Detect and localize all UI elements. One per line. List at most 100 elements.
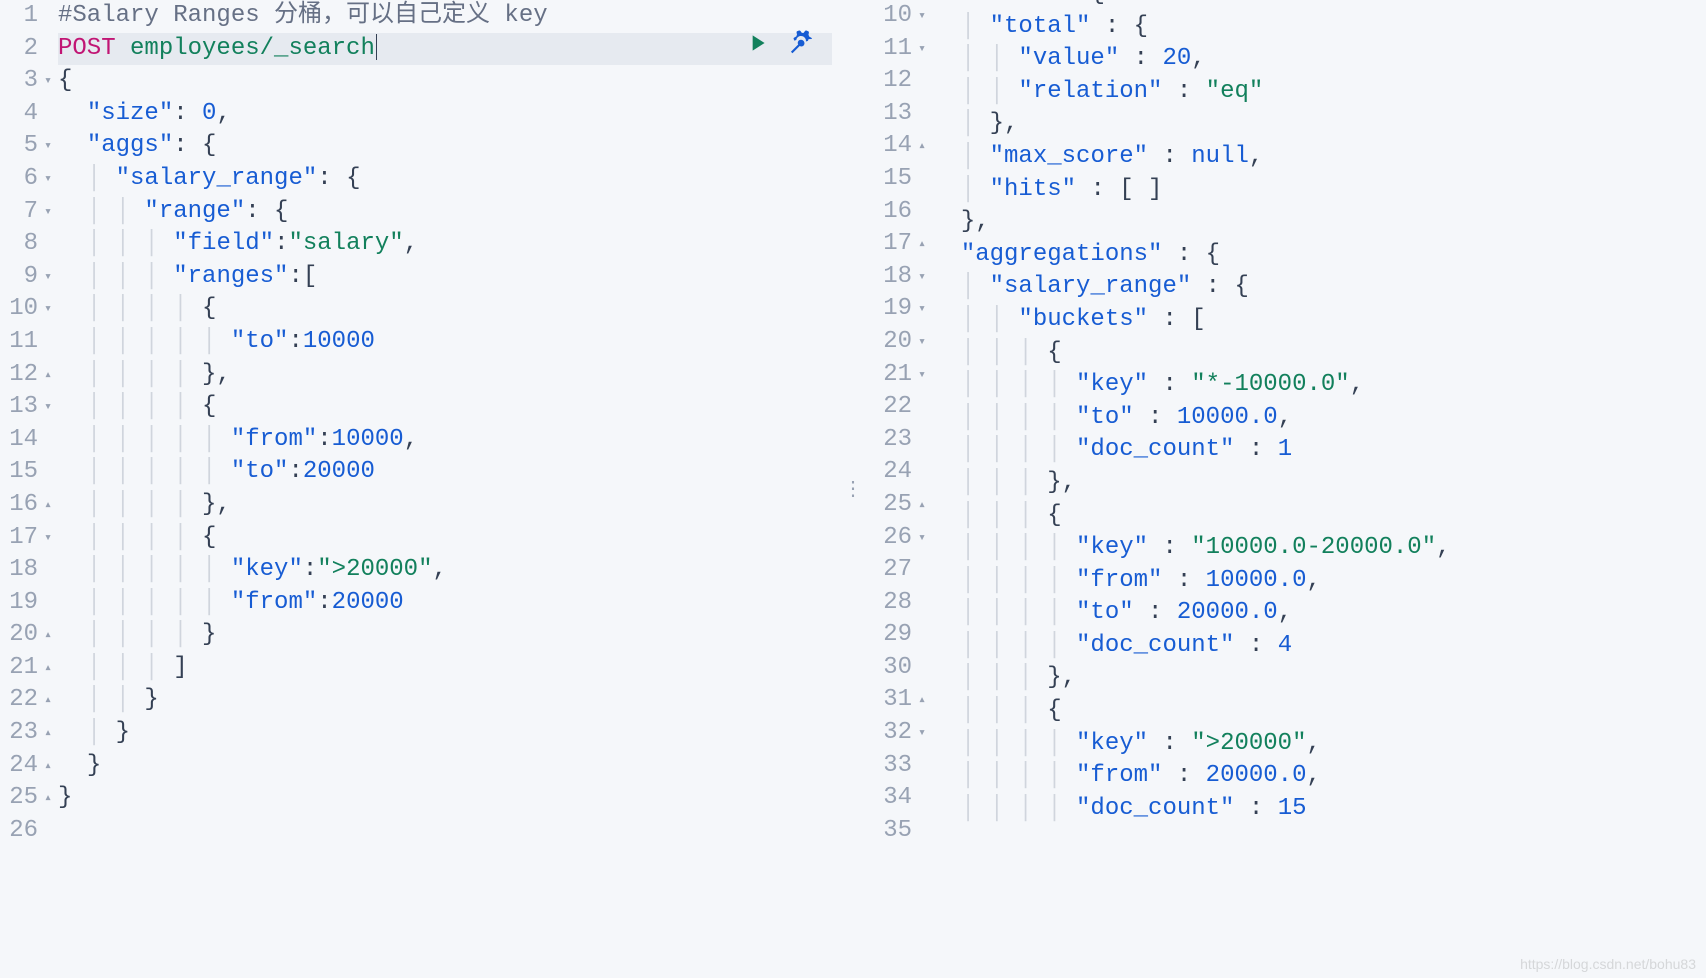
code-line[interactable]: │ │ │ │ "doc_count" : 1: [932, 434, 1706, 467]
fold-indicator[interactable]: ▾: [40, 293, 52, 326]
code-line[interactable]: │ │ "buckets" : [: [932, 304, 1706, 337]
fold-indicator[interactable]: ▾: [914, 522, 926, 555]
code-line[interactable]: │ │ │ │ │ "from":10000,: [58, 424, 832, 457]
request-editor-pane[interactable]: 123▾45▾6▾7▾89▾10▾1112▴13▾141516▴17▾18192…: [0, 0, 832, 978]
code-line[interactable]: │ │ │ │ "doc_count" : 15: [932, 793, 1706, 826]
fold-indicator[interactable]: ▾: [40, 130, 52, 163]
fold-indicator[interactable]: ▴: [914, 489, 926, 522]
fold-indicator[interactable]: ▾: [40, 196, 52, 229]
code-line[interactable]: │ │ │ │ {: [58, 391, 832, 424]
code-line[interactable]: "hits" : {: [932, 0, 1706, 11]
fold-indicator[interactable]: ▾: [914, 0, 926, 33]
code-line[interactable]: │ │ │ │ {: [58, 522, 832, 555]
fold-indicator[interactable]: ▴: [40, 652, 52, 685]
code-line[interactable]: }: [58, 750, 832, 783]
line-number: 14: [0, 424, 58, 457]
code-line[interactable]: │ │ }: [58, 684, 832, 717]
fold-indicator[interactable]: ▾: [40, 391, 52, 424]
code-line[interactable]: │ │ │ │ "key" : "10000.0-20000.0",: [932, 532, 1706, 565]
code-line[interactable]: │ │ │ │ "key" : ">20000",: [932, 728, 1706, 761]
code-line[interactable]: │ │ │ │ │ "to":10000: [58, 326, 832, 359]
fold-indicator[interactable]: ▴: [914, 130, 926, 163]
code-line[interactable]: │ "salary_range": {: [58, 163, 832, 196]
fold-indicator[interactable]: ▾: [40, 522, 52, 555]
code-line[interactable]: #Salary Ranges 分桶，可以自己定义 key: [58, 0, 832, 33]
code-line[interactable]: [58, 815, 832, 848]
pane-resize-handle[interactable]: ⋮: [832, 0, 874, 978]
code-line[interactable]: │ │ "value" : 20,: [932, 43, 1706, 76]
code-line[interactable]: │ │ │ │ "from" : 20000.0,: [932, 760, 1706, 793]
line-number: 23: [874, 424, 932, 457]
fold-indicator[interactable]: ▾: [914, 293, 926, 326]
code-line[interactable]: │ │ │ │ },: [58, 359, 832, 392]
line-number-value: 23: [882, 424, 912, 457]
code-line[interactable]: │ }: [58, 717, 832, 750]
fold-indicator[interactable]: ▴: [914, 684, 926, 717]
code-line[interactable]: │ │ │ │ "from" : 10000.0,: [932, 565, 1706, 598]
line-number: 15: [0, 456, 58, 489]
line-number-value: 16: [8, 489, 38, 522]
code-line[interactable]: │ │ │ "ranges":[: [58, 261, 832, 294]
fold-indicator[interactable]: ▾: [914, 33, 926, 66]
fold-indicator[interactable]: ▴: [40, 750, 52, 783]
fold-indicator[interactable]: ▾: [914, 261, 926, 294]
line-number: 34: [874, 782, 932, 815]
code-line[interactable]: │ │ │ │ }: [58, 619, 832, 652]
code-line[interactable]: │ │ │ │ │ "to":20000: [58, 456, 832, 489]
code-line[interactable]: │ "hits" : [ ]: [932, 174, 1706, 207]
code-line[interactable]: }: [58, 782, 832, 815]
fold-indicator[interactable]: ▴: [40, 359, 52, 392]
code-line[interactable]: POST employees/_search: [58, 33, 832, 66]
fold-indicator[interactable]: ▾: [914, 717, 926, 750]
code-line[interactable]: │ │ │ "field":"salary",: [58, 228, 832, 261]
code-line[interactable]: │ │ │ {: [932, 337, 1706, 370]
code-line[interactable]: │ │ │ │ "to" : 20000.0,: [932, 597, 1706, 630]
fold-indicator[interactable]: ▴: [40, 717, 52, 750]
fold-indicator[interactable]: ▾: [40, 163, 52, 196]
code-line[interactable]: },: [932, 206, 1706, 239]
code-line[interactable]: │ │ │ │ },: [58, 489, 832, 522]
fold-indicator[interactable]: ▾: [914, 359, 926, 392]
code-line[interactable]: │ │ │ │ "key" : "*-10000.0",: [932, 369, 1706, 402]
code-line[interactable]: "size": 0,: [58, 98, 832, 131]
fold-indicator[interactable]: ▴: [914, 228, 926, 261]
fold-indicator[interactable]: ▴: [40, 782, 52, 815]
line-number-value: 2: [8, 33, 38, 66]
code-line[interactable]: │ │ │ │ {: [58, 293, 832, 326]
code-line[interactable]: │ │ │ {: [932, 500, 1706, 533]
run-request-icon[interactable]: [744, 30, 770, 68]
code-line[interactable]: │ "salary_range" : {: [932, 271, 1706, 304]
request-code[interactable]: #Salary Ranges 分桶，可以自己定义 keyPOST employe…: [58, 0, 832, 978]
line-number: 15: [874, 163, 932, 196]
fold-indicator[interactable]: ▾: [40, 261, 52, 294]
code-line[interactable]: │ │ │ │ "to" : 10000.0,: [932, 402, 1706, 435]
code-line[interactable]: │ │ │ │ "doc_count" : 4: [932, 630, 1706, 663]
code-line[interactable]: "aggregations" : {: [932, 239, 1706, 272]
response-viewer-pane[interactable]: 10▾11▾121314▴151617▴18▾19▾20▾21▾22232425…: [874, 0, 1706, 978]
line-number-value: 35: [882, 815, 912, 848]
code-line[interactable]: │ "max_score" : null,: [932, 141, 1706, 174]
code-line[interactable]: │ },: [932, 108, 1706, 141]
fold-indicator[interactable]: ▴: [40, 619, 52, 652]
code-line[interactable]: │ │ │ ]: [58, 652, 832, 685]
code-line[interactable]: {: [58, 65, 832, 98]
code-line[interactable]: │ │ │ },: [932, 662, 1706, 695]
code-line[interactable]: │ │ │ │ │ "from":20000: [58, 587, 832, 620]
line-number: 4: [0, 98, 58, 131]
code-line[interactable]: │ │ │ },: [932, 467, 1706, 500]
fold-indicator[interactable]: ▴: [40, 684, 52, 717]
line-number: 10▾: [874, 0, 932, 33]
code-line[interactable]: │ │ "range": {: [58, 196, 832, 229]
code-line[interactable]: │ │ "relation" : "eq": [932, 76, 1706, 109]
fold-indicator[interactable]: ▾: [40, 65, 52, 98]
code-line[interactable]: │ │ │ {: [932, 695, 1706, 728]
code-line[interactable]: │ │ │ │ │ "key":">20000",: [58, 554, 832, 587]
request-options-icon[interactable]: [788, 30, 814, 68]
code-line[interactable]: "aggs": {: [58, 130, 832, 163]
code-line[interactable]: │ "total" : {: [932, 11, 1706, 44]
line-number: 9▾: [0, 261, 58, 294]
fold-indicator[interactable]: ▾: [914, 326, 926, 359]
line-number-value: 5: [8, 130, 38, 163]
line-number: 35: [874, 815, 932, 848]
fold-indicator[interactable]: ▴: [40, 489, 52, 522]
